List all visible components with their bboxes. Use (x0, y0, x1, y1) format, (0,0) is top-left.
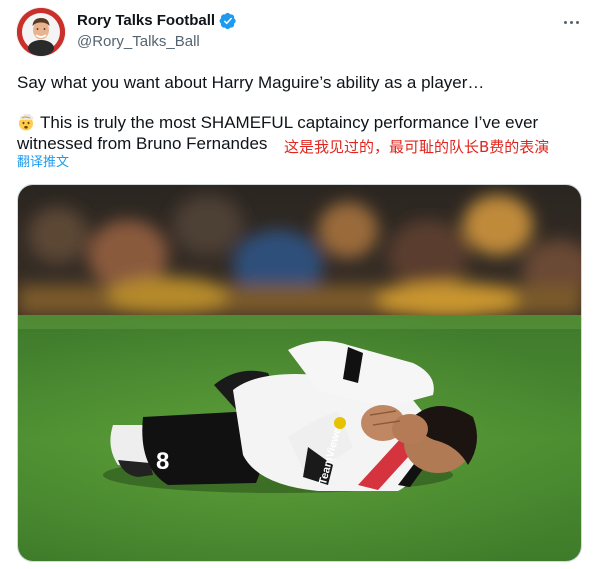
more-options-icon[interactable] (561, 12, 581, 32)
tweet-text-line-1: Say what you want about Harry Maguire’s … (17, 73, 485, 92)
tweet-text-line-2-text: This is truly the most SHAMEFUL captainc… (40, 113, 539, 132)
verified-badge-icon (219, 12, 237, 30)
shirt-number-label: 8 (156, 448, 169, 475)
avatar[interactable] (17, 8, 65, 56)
exploding-head-emoji-icon (17, 113, 35, 131)
author-handle[interactable]: @Rory_Talks_Ball (77, 32, 200, 52)
tweet-photo[interactable]: 8 TeamViewer (17, 184, 582, 562)
tweet-card[interactable]: Rory Talks Football @Rory_Talks_Ball Say… (0, 0, 599, 569)
author-name-row: Rory Talks Football (77, 11, 237, 31)
author-display-name[interactable]: Rory Talks Football (77, 11, 215, 31)
translation-annotation: 这是我见过的，最可耻的队长B费的表演 (284, 138, 550, 156)
tweet-text-line-2: This is truly the most SHAMEFUL captainc… (17, 112, 538, 134)
translate-tweet-link[interactable]: 翻译推文 (17, 155, 69, 171)
tweet-text-line-3: witnessed from Bruno Fernandes (17, 134, 268, 153)
